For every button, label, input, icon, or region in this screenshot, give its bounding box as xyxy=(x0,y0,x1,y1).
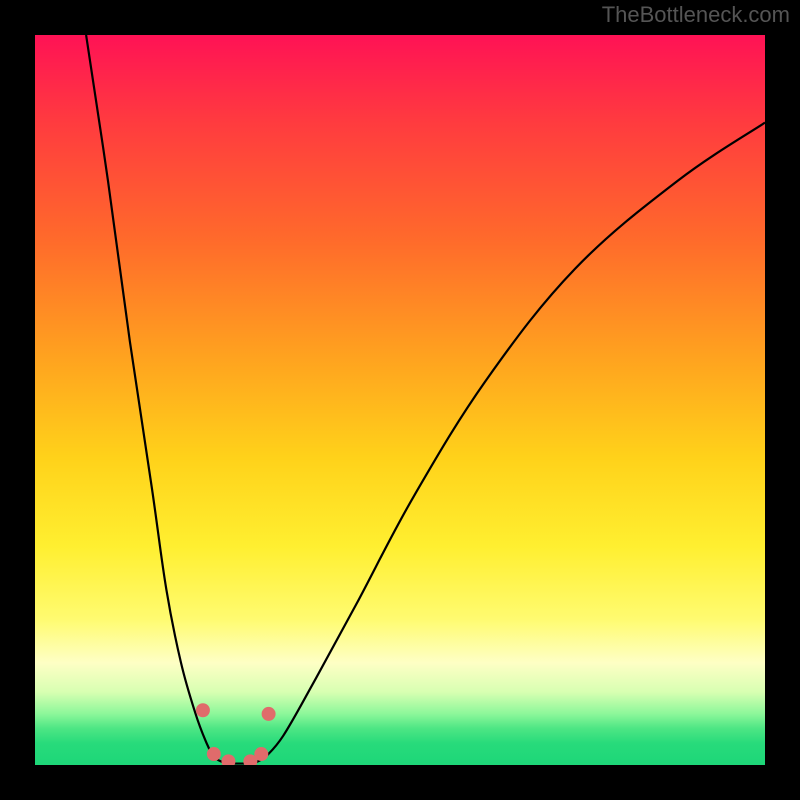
highlight-dot xyxy=(207,747,221,761)
highlight-dots xyxy=(196,703,276,765)
highlight-dot xyxy=(262,707,276,721)
chart-container: TheBottleneck.com xyxy=(0,0,800,800)
highlight-dot xyxy=(254,747,268,761)
watermark-text: TheBottleneck.com xyxy=(602,2,790,28)
curve-layer xyxy=(35,35,765,765)
left-curve xyxy=(86,35,214,758)
highlight-dot xyxy=(221,754,235,765)
gradient-plot-area xyxy=(35,35,765,765)
right-curve xyxy=(265,123,765,758)
highlight-dot xyxy=(196,703,210,717)
